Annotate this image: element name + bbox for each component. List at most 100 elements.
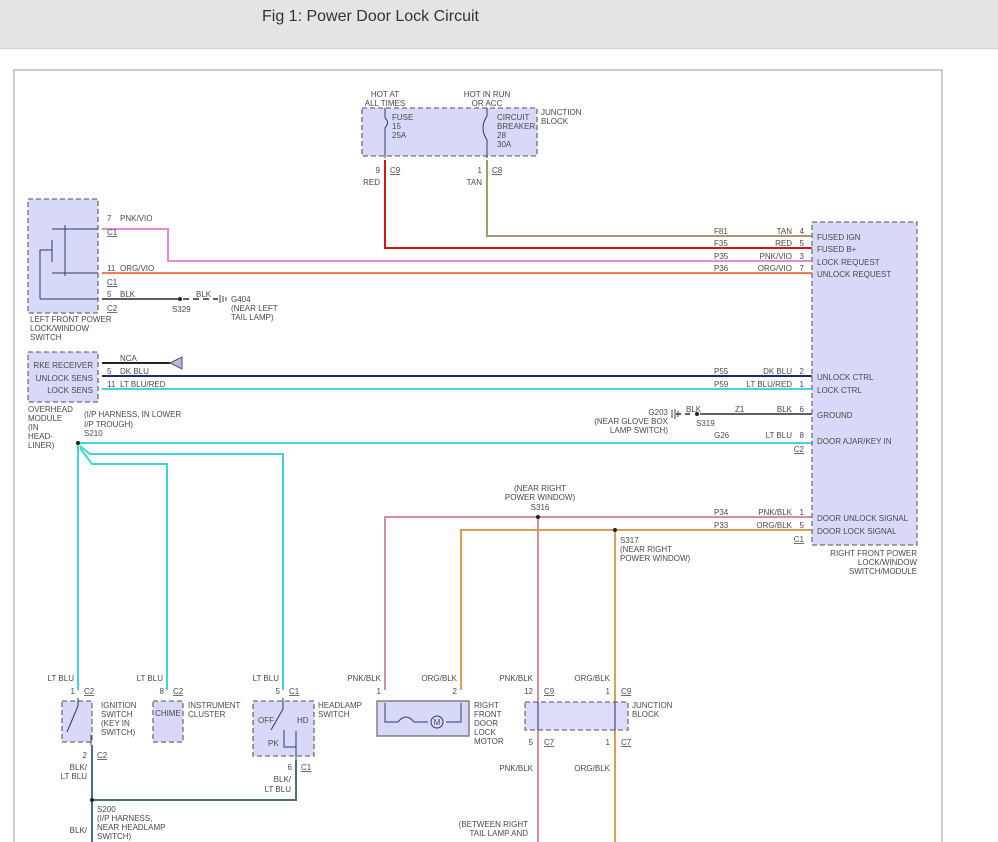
component-label: MODULE [28, 414, 62, 423]
wire-color-label: PNK/VIO [760, 252, 792, 261]
wire-pnk-vio-p35 [102, 228, 812, 262]
pin-label: UNLOCK REQUEST [817, 270, 891, 279]
wire-color-label: LT BLU [253, 674, 280, 683]
component-label: MOTOR [474, 737, 504, 746]
location-label: NEAR HEADLAMP [97, 823, 165, 832]
splice-s200 [90, 798, 94, 802]
pin-number: 7 [107, 214, 112, 223]
wire-color-label: PNK/BLK [758, 508, 792, 517]
component-label: OVERHEAD [28, 405, 73, 414]
wire-color-label: TAN [467, 178, 483, 187]
wire-color-label: ORG/BLK [421, 674, 457, 683]
circuit-id: P34 [714, 508, 729, 517]
pin-number: 5 [276, 687, 281, 696]
pin-number: 1 [606, 687, 611, 696]
junction-box [524, 701, 629, 731]
connector-id: C9 [544, 687, 555, 696]
splice-s210 [76, 441, 80, 445]
wire-color-label: BLK/ [274, 775, 292, 784]
wiring-diagram: HOT AT ALL TIMES HOT IN RUN OR ACC JUNCT… [13, 69, 943, 842]
wire-color-label: BLK [686, 405, 702, 414]
circuit-id: P33 [714, 521, 729, 530]
wire-color-label: PNK/BLK [499, 674, 533, 683]
splice-s316 [536, 515, 540, 519]
connector-id: C7 [621, 738, 632, 747]
component-label: HEAD- [28, 432, 53, 441]
pin-number: 12 [524, 687, 533, 696]
pin-number: 5 [529, 738, 534, 747]
wire-color-label: RED [775, 239, 792, 248]
instrument-cluster: LT BLU 8 C2 CHIME INSTRUMENT CLUSTER [137, 674, 241, 743]
pin-number: 4 [800, 227, 805, 236]
connector-id: C1 [301, 763, 312, 772]
wire-pnk-blk-p34 [384, 516, 812, 690]
circuit-id: F81 [714, 227, 728, 236]
wire-color-label: BLK [777, 405, 793, 414]
wire-color-label: ORG/BLK [756, 521, 792, 530]
component-label: SWITCH/MODULE [849, 567, 917, 576]
pin-label: UNLOCK SENS [36, 374, 93, 383]
pin-number: 8 [160, 687, 165, 696]
no-connection-arrow-icon [168, 356, 183, 370]
wire-color-label: DK BLU [763, 367, 792, 376]
pin-label: DOOR UNLOCK SIGNAL [817, 514, 909, 523]
component-label: SWITCH [318, 710, 350, 719]
wire-color-label: PNK/BLK [347, 674, 381, 683]
wires [77, 160, 812, 842]
wire-color-label: LT BLU [48, 674, 75, 683]
location-label: (NEAR RIGHT [514, 484, 566, 493]
connector-id: C2 [84, 687, 95, 696]
wire-lt-blu-cluster [79, 447, 168, 690]
component-label: LINER) [28, 441, 55, 450]
connector-id: C2 [173, 687, 184, 696]
headlamp-switch: LT BLU 5 C1 OFF HD PK HEADLAMP SWITCH 6 … [252, 674, 362, 794]
wire-color-label: PNK/VIO [120, 214, 152, 223]
wire-color-label: ORG/BLK [574, 674, 610, 683]
position-label: HD [297, 716, 309, 725]
component-label: DOOR [474, 719, 498, 728]
pin-number: 2 [800, 367, 805, 376]
junction-label: JUNCTION [541, 108, 582, 117]
switch-box [252, 700, 315, 757]
location-label: I/P TROUGH) [84, 420, 133, 429]
breaker-label: 30A [497, 140, 512, 149]
pin-label: GROUND [817, 411, 853, 420]
connector-id: C9 [621, 687, 632, 696]
pin-label: LOCK CTRL [817, 386, 862, 395]
connector-id: C1 [107, 228, 118, 237]
component-label: (KEY IN [101, 719, 130, 728]
location-label: (I/P HARNESS, [97, 814, 152, 823]
wire-label: NCA [120, 354, 138, 363]
connector-id: C2 [794, 445, 805, 454]
splice-id: S317 [620, 536, 639, 545]
pin-number: 1 [800, 380, 805, 389]
location-label: POWER WINDOW) [620, 554, 691, 563]
pin-label: FUSED B+ [817, 245, 857, 254]
wire-color-label: DK BLU [120, 367, 149, 376]
wire-color-label: BLK [196, 290, 212, 299]
wire-color-label: PNK/BLK [499, 764, 533, 773]
circuit-id: P59 [714, 380, 729, 389]
pin-number: 1 [800, 508, 805, 517]
connector-id: C1 [289, 687, 300, 696]
pin-label: LOCK SENS [47, 386, 93, 395]
pin-label: LOCK REQUEST [817, 258, 880, 267]
wire-color-label: ORG/VIO [120, 264, 154, 273]
component-label: LOCK [474, 728, 496, 737]
splice-id: S316 [531, 503, 550, 512]
wire-red-f35 [384, 160, 812, 249]
pin-number: 9 [376, 166, 381, 175]
connector-id: C1 [794, 535, 805, 544]
pin-label: UNLOCK CTRL [817, 373, 874, 382]
component-label: SWITCH [30, 333, 62, 342]
pin-number: 6 [800, 405, 805, 414]
wire-color-label: LT BLU [265, 785, 292, 794]
connector-id: C7 [544, 738, 555, 747]
component-label: (IN [28, 423, 39, 432]
location-label: (NEAR GLOVE BOX [594, 417, 668, 426]
ground-id: G404 [231, 295, 251, 304]
wire-color-label: ORG/VIO [758, 264, 792, 273]
component-label: INSTRUMENT [188, 701, 241, 710]
ground-id: G203 [648, 408, 668, 417]
position-label: PK [268, 739, 279, 748]
